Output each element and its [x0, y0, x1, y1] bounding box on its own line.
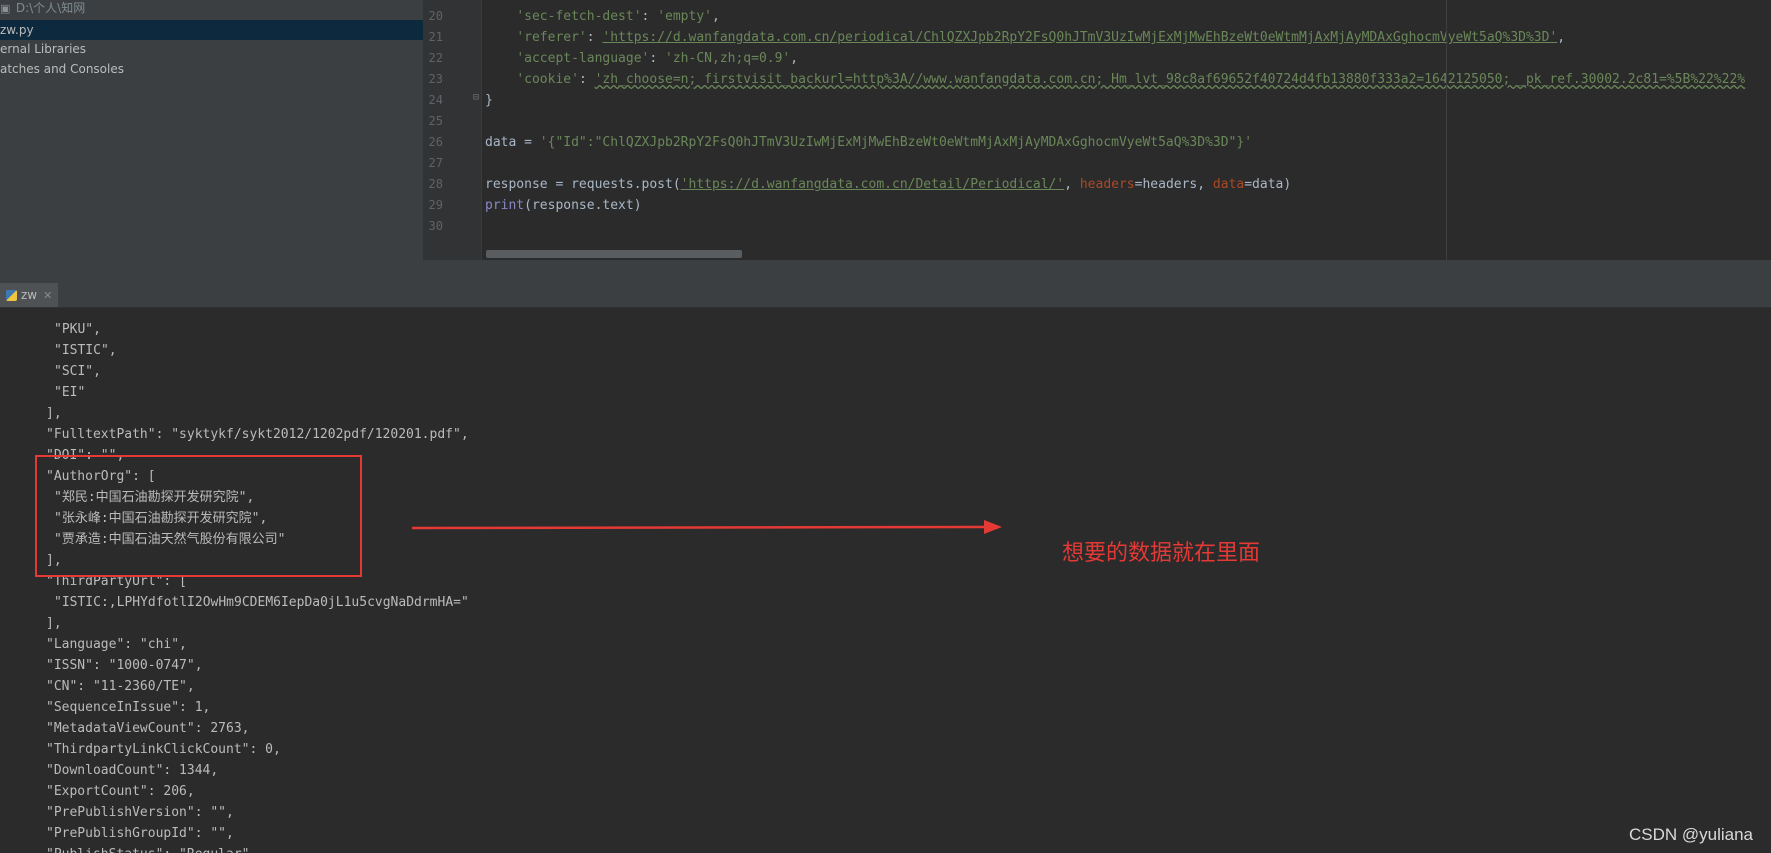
- line-number: 22: [428, 51, 443, 65]
- code-line-20: 'sec-fetch-dest': 'empty',: [516, 9, 720, 24]
- line-number: 26: [428, 135, 443, 149]
- code-line-26: data = '{"Id":"ChlQZXJpb2RpY2FsQ0hJTmV3U…: [485, 135, 1253, 150]
- console-line: "FulltextPath": "syktykf/sykt2012/1202pd…: [46, 427, 469, 442]
- console-line: "DownloadCount": 1344,: [46, 763, 219, 778]
- code-line-22: 'accept-language': 'zh-CN,zh;q=0.9',: [516, 51, 799, 66]
- console-line: "郑民:中国石油勘探开发研究院",: [54, 490, 255, 505]
- console-line: "AuthorOrg": [: [46, 469, 156, 484]
- console-line: ],: [46, 616, 62, 631]
- console-line: "EI": [54, 385, 86, 400]
- tree-item-label: zw.py: [0, 23, 34, 37]
- console-line: "PublishStatus": "Regular",: [46, 844, 257, 853]
- console-line: "Language": "chi",: [46, 637, 187, 652]
- annotation-text: 想要的数据就在里面: [1062, 541, 1261, 566]
- watermark: CSDN @yuliana: [1628, 825, 1753, 844]
- console-line: "ExportCount": 206,: [46, 784, 195, 799]
- run-tab-zw[interactable]: zw ✕: [0, 283, 59, 307]
- code-line-24: }: [485, 93, 493, 108]
- line-number: 30: [428, 219, 443, 233]
- console-line: "ISSN": "1000-0747",: [46, 658, 203, 673]
- editor-horizontal-scrollbar[interactable]: [486, 250, 742, 258]
- code-line-29: print(response.text): [485, 198, 642, 213]
- console-line: "贾承造:中国石油天然气股份有限公司": [54, 532, 286, 547]
- project-tree: ▣ D:\个人\知网 zw.py ernal Libraries atches …: [0, 0, 423, 283]
- line-number: 24: [428, 93, 443, 107]
- console-line: "DOI": "",: [46, 448, 125, 463]
- console-line: "张永峰:中国石油勘探开发研究院",: [54, 511, 268, 526]
- console-line: "ThirdPartyUrl": [: [46, 574, 187, 589]
- run-tab-label: zw: [21, 288, 38, 302]
- console-line: "SCI",: [54, 364, 101, 379]
- tree-item-label: atches and Consoles: [0, 62, 124, 76]
- tree-item-zw-py[interactable]: zw.py: [0, 20, 423, 40]
- console-line: "ISTIC:,LPHYdfotlI2OwHm9CDEM6IepDa0jL1u5…: [54, 595, 469, 610]
- panel-splitter[interactable]: [0, 260, 1771, 283]
- code-line-28: response = requests.post('https://d.wanf…: [485, 177, 1292, 192]
- run-tab-bar: zw ✕: [0, 283, 1771, 308]
- line-number: 25: [428, 114, 443, 128]
- project-root-path[interactable]: ▣ D:\个人\知网: [0, 0, 85, 18]
- console-line: "ISTIC",: [54, 343, 117, 358]
- line-number: 28: [428, 177, 443, 191]
- console-line: "MetadataViewCount": 2763,: [46, 721, 250, 736]
- code-line-21: 'referer': 'https://d.wanfangdata.com.cn…: [516, 30, 1566, 45]
- console-line: "ThirdpartyLinkClickCount": 0,: [46, 742, 281, 757]
- annotation-arrow: [412, 520, 1002, 534]
- line-number: 20: [428, 9, 443, 23]
- tree-item-label: ernal Libraries: [0, 42, 87, 56]
- line-number: 29: [428, 198, 443, 212]
- line-number: 27: [428, 156, 443, 170]
- run-console-output[interactable]: "PKU", "ISTIC", "SCI", "EI"], "FulltextPath"…: [0, 308, 1771, 853]
- fold-icon[interactable]: ⊟: [473, 92, 479, 103]
- code-line-23: 'cookie': 'zh_choose=n; firstvisit_backu…: [516, 72, 1746, 87]
- line-number: 21: [428, 30, 443, 44]
- console-line: "PKU",: [54, 322, 101, 337]
- console-line: ],: [46, 406, 62, 421]
- line-number: 23: [428, 72, 443, 86]
- code-editor[interactable]: 20 21 22 23 24 25 26 27 28 29 30 ⊟ 'sec-…: [423, 0, 1771, 260]
- console-line: "PrePublishGroupId": "",: [46, 826, 234, 841]
- console-line: "SequenceInIssue": 1,: [46, 700, 211, 715]
- tree-item-scratches-consoles[interactable]: atches and Consoles: [0, 59, 124, 79]
- tree-item-external-libraries[interactable]: ernal Libraries: [0, 39, 86, 59]
- console-line: "PrePublishVersion": "",: [46, 805, 234, 820]
- line-number-gutter: 20 21 22 23 24 25 26 27 28 29 30 ⊟: [423, 0, 482, 260]
- python-icon: [6, 290, 17, 301]
- close-icon[interactable]: ✕: [43, 289, 52, 302]
- console-line: "CN": "11-2360/TE",: [46, 679, 195, 694]
- right-margin-guide: [1446, 0, 1447, 260]
- console-line: ],: [46, 553, 62, 568]
- folder-icon: ▣: [0, 2, 11, 15]
